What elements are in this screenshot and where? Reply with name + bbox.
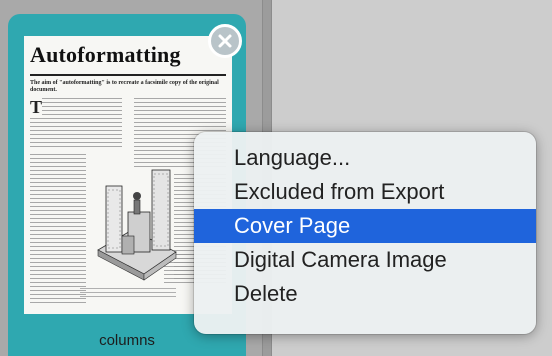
context-menu: Language... Excluded from Export Cover P… <box>194 132 536 334</box>
city-illustration <box>94 156 178 289</box>
text-column-1 <box>30 98 122 148</box>
page-thumbnail-label: columns <box>99 332 155 349</box>
page-preview-rule <box>30 74 226 76</box>
menu-item-language[interactable]: Language... <box>194 141 536 175</box>
illustration-caption <box>80 288 176 298</box>
page-preview-title: Autoformatting <box>30 42 181 67</box>
menu-item-digital-camera-image[interactable]: Digital Camera Image <box>194 243 536 277</box>
menu-item-excluded-from-export[interactable]: Excluded from Export <box>194 175 536 209</box>
page-preview-dropcap: T <box>30 97 43 117</box>
app-window: Autoformatting The aim of "autoformattin… <box>0 0 552 356</box>
close-icon[interactable] <box>208 24 242 58</box>
menu-item-cover-page[interactable]: Cover Page <box>194 209 536 243</box>
menu-item-delete[interactable]: Delete <box>194 277 536 311</box>
page-preview-subtitle: The aim of "autoformatting" is to recrea… <box>30 80 219 93</box>
text-column-3 <box>30 154 86 304</box>
